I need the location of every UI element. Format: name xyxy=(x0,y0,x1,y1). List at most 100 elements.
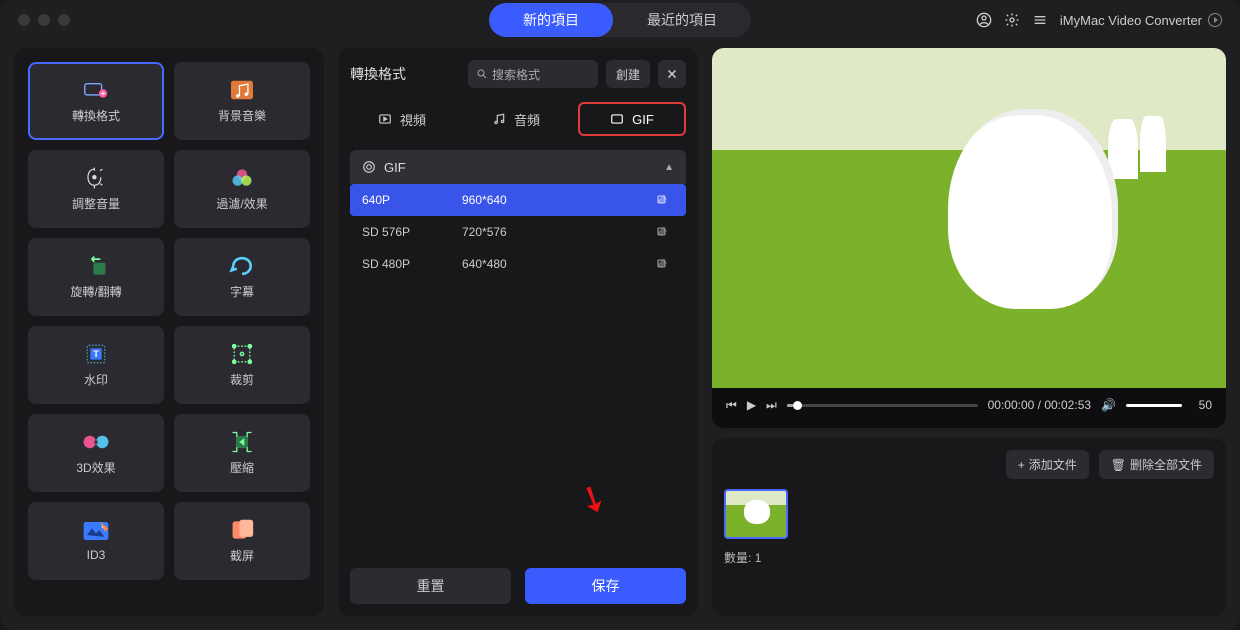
project-tabs: 新的項目 最近的項目 xyxy=(489,3,751,37)
file-count: 數量: 1 xyxy=(724,549,1214,566)
audio-icon xyxy=(492,112,506,126)
gear-icon[interactable] xyxy=(1004,12,1020,28)
close-panel-button[interactable] xyxy=(658,60,686,88)
edit-icon xyxy=(656,194,668,206)
search-placeholder: 搜索格式 xyxy=(492,66,540,83)
tab-gif[interactable]: GIF xyxy=(578,102,686,136)
file-thumbnails xyxy=(724,489,1214,539)
edit-icon xyxy=(656,258,668,270)
file-thumbnail[interactable] xyxy=(724,489,788,539)
play-logo-icon xyxy=(1208,13,1222,27)
add-file-label: 添加文件 xyxy=(1029,456,1077,473)
add-file-button[interactable]: + 添加文件 xyxy=(1006,450,1089,479)
tab-new-project[interactable]: 新的項目 xyxy=(489,3,613,37)
tab-recent-project[interactable]: 最近的項目 xyxy=(613,3,751,37)
video-preview: ⏮ ▶ ⏭ 00:00:00 / 00:02:53 🔊 50 xyxy=(712,48,1226,428)
gif-icon xyxy=(610,112,624,126)
titlebar: 新的項目 最近的項目 iMyMac Video Converter xyxy=(0,0,1240,40)
tool-label: 3D效果 xyxy=(76,459,115,476)
tool-id3[interactable]: ID3 xyxy=(28,502,164,580)
tool-label: 截屏 xyxy=(230,547,254,564)
3d-icon xyxy=(82,431,110,453)
minimize-window[interactable] xyxy=(38,14,50,26)
prev-button[interactable]: ⏮ xyxy=(726,398,737,413)
clear-files-button[interactable]: 🗑 删除全部文件 xyxy=(1099,450,1214,479)
annotation-arrow: ➘ xyxy=(571,474,616,525)
tool-compress[interactable]: 壓縮 xyxy=(174,414,310,492)
app-name: iMyMac Video Converter xyxy=(1060,13,1202,28)
format-resolution: 960*640 xyxy=(462,193,656,207)
volume-icon[interactable]: 🔊 xyxy=(1101,398,1116,412)
tool-crop[interactable]: 裁剪 xyxy=(174,326,310,404)
count-value: 1 xyxy=(755,551,762,565)
next-button[interactable]: ⏭ xyxy=(766,398,777,413)
crop-icon xyxy=(228,343,256,365)
plus-icon: + xyxy=(1018,458,1025,472)
format-search[interactable]: 搜索格式 xyxy=(468,60,598,88)
svg-text:T: T xyxy=(93,349,99,359)
player-controls: ⏮ ▶ ⏭ 00:00:00 / 00:02:53 🔊 50 xyxy=(712,388,1226,422)
format-group-name: GIF xyxy=(384,160,406,175)
tool-watermark[interactable]: T水印 xyxy=(28,326,164,404)
reset-button[interactable]: 重置 xyxy=(350,568,511,604)
screenshot-icon xyxy=(228,519,256,541)
tool-subtitle[interactable]: 字幕 xyxy=(174,238,310,316)
account-icon[interactable] xyxy=(976,12,992,28)
tools-grid: 轉換格式背景音樂調整音量 過濾/效果旋轉/翻轉 字幕T水印裁剪 3D效果 壓縮 ID3 截屏 xyxy=(28,62,310,580)
chevron-up-icon: ▲ xyxy=(664,162,674,173)
close-window[interactable] xyxy=(18,14,30,26)
filter-icon xyxy=(228,167,256,189)
edit-icon xyxy=(656,226,668,238)
format-row[interactable]: SD 480P640*480 xyxy=(350,248,686,280)
format-name: 640P xyxy=(362,193,462,207)
edit-format-button[interactable] xyxy=(656,258,674,270)
right-pane: ⏮ ▶ ⏭ 00:00:00 / 00:02:53 🔊 50 + 添加文件 🗑 删除… xyxy=(712,48,1226,616)
compress-icon xyxy=(228,431,256,453)
trash-icon: 🗑 xyxy=(1111,458,1126,472)
preview-frame[interactable] xyxy=(712,48,1226,388)
seek-bar[interactable] xyxy=(787,404,978,407)
volume-icon xyxy=(82,167,110,189)
format-name: SD 576P xyxy=(362,225,462,239)
menu-icon[interactable] xyxy=(1032,12,1048,28)
file-queue: + 添加文件 🗑 删除全部文件 數量: 1 xyxy=(712,438,1226,616)
clear-files-label: 删除全部文件 xyxy=(1130,456,1202,473)
format-group-header[interactable]: GIF ▲ xyxy=(350,150,686,184)
rotate-icon xyxy=(82,255,110,277)
format-row[interactable]: 640P960*640 xyxy=(350,184,686,216)
volume-slider[interactable] xyxy=(1126,404,1182,407)
play-button[interactable]: ▶ xyxy=(747,398,756,412)
tool-label: 過濾/效果 xyxy=(216,195,267,212)
save-button[interactable]: 保存 xyxy=(525,568,686,604)
edit-format-button[interactable] xyxy=(656,226,674,238)
tool-bgm[interactable]: 背景音樂 xyxy=(174,62,310,140)
tab-gif-label: GIF xyxy=(632,112,654,127)
tool-rotate[interactable]: 旋轉/翻轉 xyxy=(28,238,164,316)
zoom-window[interactable] xyxy=(58,14,70,26)
tool-label: 裁剪 xyxy=(230,371,254,388)
tool-3d[interactable]: 3D效果 xyxy=(28,414,164,492)
tool-volume[interactable]: 調整音量 xyxy=(28,150,164,228)
create-format-button[interactable]: 創建 xyxy=(606,60,650,88)
format-panel: 轉換格式 搜索格式 創建 視頻 音頻 xyxy=(338,48,698,616)
format-resolution: 640*480 xyxy=(462,257,656,271)
format-resolution: 720*576 xyxy=(462,225,656,239)
tool-screenshot[interactable]: 截屏 xyxy=(174,502,310,580)
format-name: SD 480P xyxy=(362,257,462,271)
tool-label: 調整音量 xyxy=(72,195,120,212)
search-icon xyxy=(476,68,488,80)
tool-label: 壓縮 xyxy=(230,459,254,476)
tool-filter[interactable]: 過濾/效果 xyxy=(174,150,310,228)
gif-group-icon xyxy=(362,160,376,174)
tool-convert[interactable]: 轉換格式 xyxy=(28,62,164,140)
window-controls xyxy=(18,14,70,26)
watermark-icon: T xyxy=(82,343,110,365)
format-row[interactable]: SD 576P720*576 xyxy=(350,216,686,248)
tool-label: ID3 xyxy=(87,548,106,562)
tab-video[interactable]: 視頻 xyxy=(350,102,454,136)
tool-label: 旋轉/翻轉 xyxy=(70,283,121,300)
convert-icon xyxy=(82,79,110,101)
edit-format-button[interactable] xyxy=(656,194,674,206)
format-rows: 640P960*640SD 576P720*576SD 480P640*480 xyxy=(350,184,686,280)
tab-audio[interactable]: 音頻 xyxy=(464,102,568,136)
